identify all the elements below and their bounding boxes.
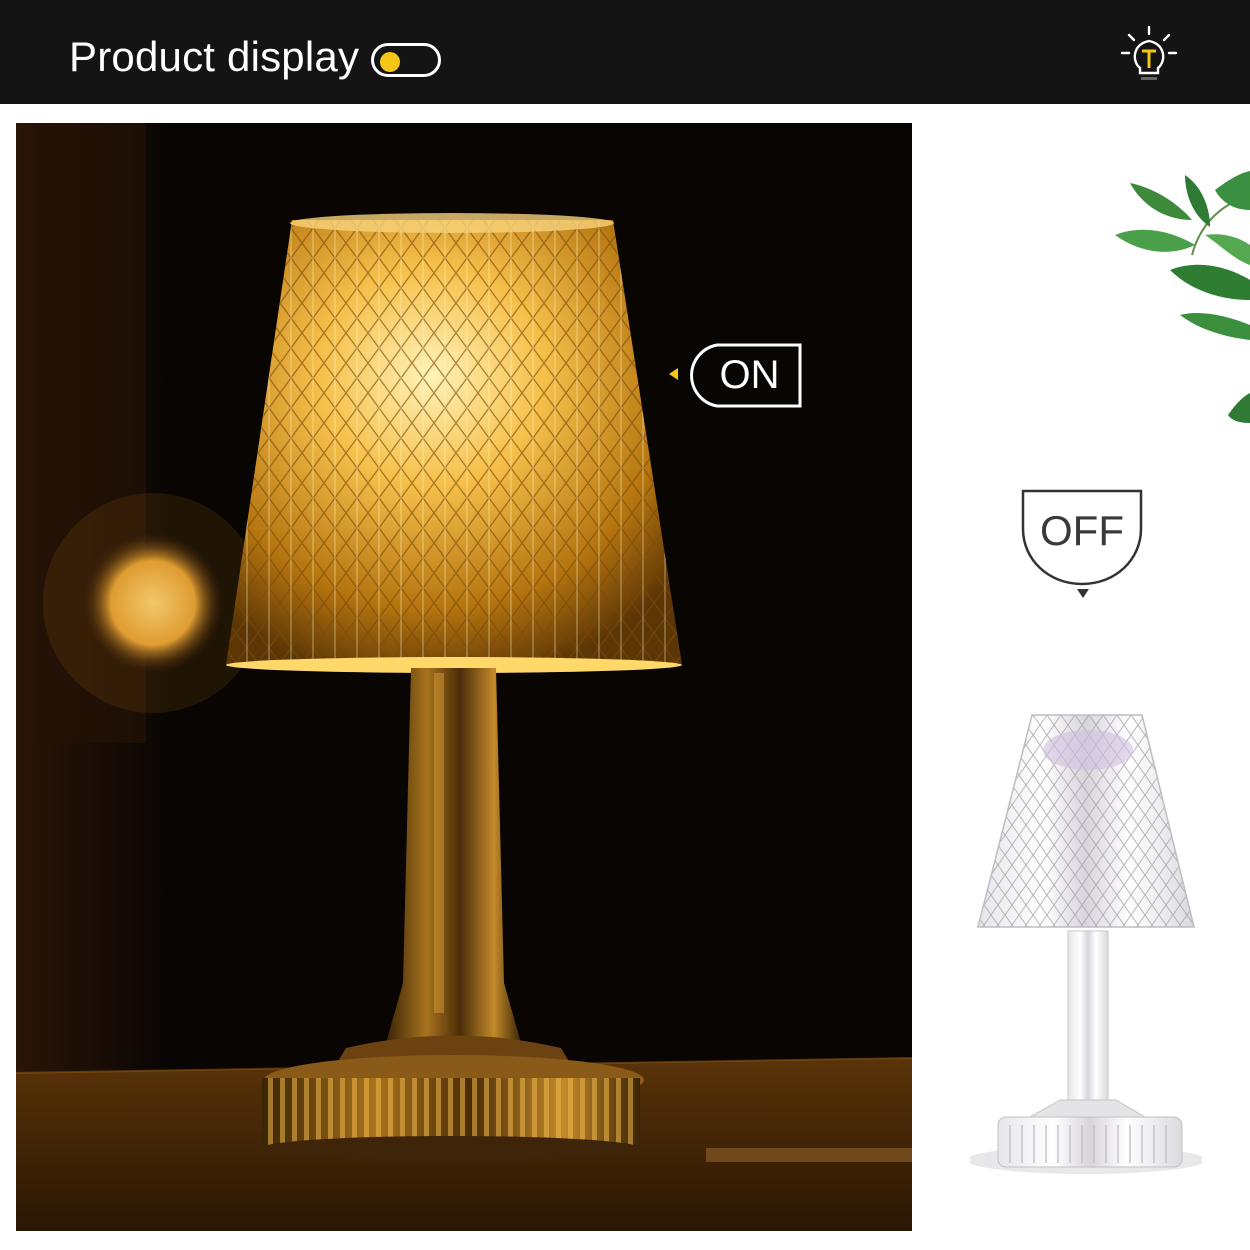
plant-decoration: [1115, 171, 1250, 423]
off-label: OFF: [1021, 489, 1143, 587]
off-pointer-arrow: [1077, 589, 1089, 598]
power-toggle[interactable]: [371, 43, 441, 77]
lit-lamp-illustration: [16, 123, 912, 1231]
unlit-lamp-image: [970, 714, 1202, 1174]
toggle-knob: [380, 52, 400, 72]
lightbulb-icon: [1120, 25, 1178, 80]
page-title: Product display: [69, 33, 360, 80]
on-label-text: ON: [719, 353, 780, 397]
lit-lamp-photo: [16, 123, 912, 1231]
header-bar: Product display: [0, 0, 1250, 104]
on-label: ON: [683, 343, 802, 408]
off-label-text: OFF: [1040, 507, 1124, 554]
on-pointer-arrow: [669, 368, 678, 380]
